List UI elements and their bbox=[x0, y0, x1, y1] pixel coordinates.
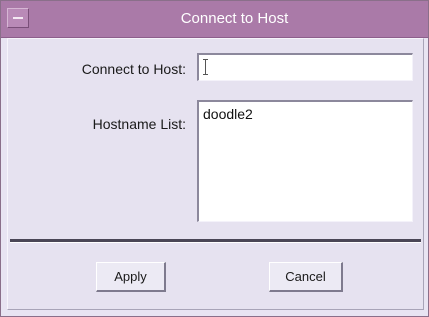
dialog-content: Connect to Host: Hostname List: doodle2 … bbox=[7, 38, 424, 310]
text-cursor-icon bbox=[203, 59, 208, 75]
window-title: Connect to Host bbox=[180, 10, 289, 27]
hostname-list[interactable]: doodle2 bbox=[197, 100, 413, 222]
host-input[interactable] bbox=[197, 53, 413, 81]
cancel-button[interactable]: Cancel bbox=[269, 262, 343, 292]
separator bbox=[10, 239, 421, 243]
hostname-list-label: Hostname List: bbox=[92, 116, 186, 132]
list-item[interactable]: doodle2 bbox=[203, 106, 253, 122]
connect-to-host-dialog: Connect to Host Connect to Host: Hostnam… bbox=[0, 0, 429, 317]
title-bar[interactable]: Connect to Host bbox=[1, 1, 428, 38]
host-label: Connect to Host: bbox=[81, 61, 186, 77]
apply-button[interactable]: Apply bbox=[96, 262, 166, 292]
